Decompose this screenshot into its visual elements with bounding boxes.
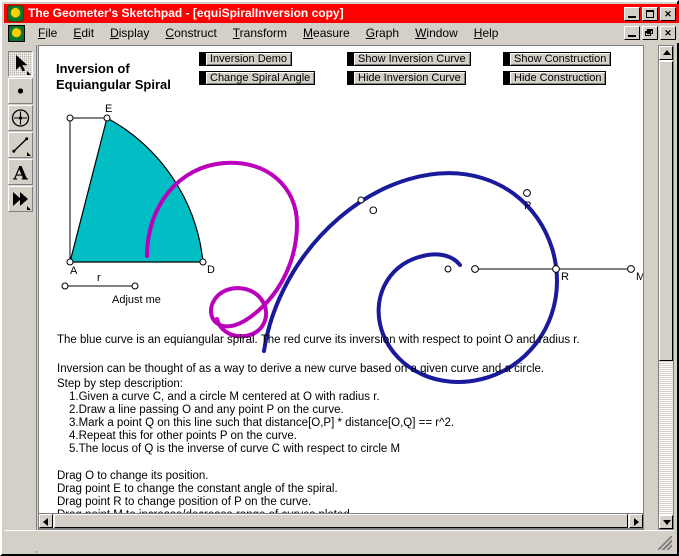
description-line-2: Inversion can be thought of as a way to … — [57, 363, 545, 375]
point-topleft — [66, 114, 74, 122]
sketch-canvas-content: Inversion of Equiangular Spiral Inversio… — [39, 46, 643, 529]
label-r: r — [97, 272, 101, 284]
label-A: A — [70, 265, 78, 277]
description-step-5: 5.The locus of Q is the inverse of curve… — [69, 443, 401, 455]
toolbox-panel: A — [5, 45, 37, 553]
scroll-left-button[interactable] — [39, 514, 53, 528]
application-window: The Geometer's Sketchpad - [equiSpiralIn… — [0, 0, 679, 556]
arrow-up-icon — [663, 50, 671, 55]
mdi-close-button[interactable]: ✕ — [660, 26, 676, 40]
mdi-close-icon: ✕ — [664, 28, 672, 38]
document-icon[interactable] — [8, 24, 25, 42]
ray-O-R-M-group — [444, 265, 635, 273]
horizontal-scrollbar[interactable] — [38, 513, 644, 529]
menu-item-file[interactable]: File — [30, 24, 65, 42]
label-R: R — [561, 271, 569, 283]
minimize-button[interactable] — [624, 6, 640, 21]
menu-item-edit[interactable]: Edit — [65, 24, 102, 42]
window-controls: ✕ — [624, 6, 676, 21]
menu-item-transform[interactable]: Transform — [225, 24, 295, 42]
horizontal-scroll-thumb[interactable] — [54, 514, 628, 528]
menu-bar: File Edit Display Construct Transform Me… — [4, 23, 679, 43]
selection-arrow-tool[interactable] — [8, 51, 33, 77]
scroll-right-button[interactable] — [629, 514, 643, 528]
point-E — [103, 114, 111, 122]
label-M: M — [636, 272, 643, 283]
close-icon: ✕ — [664, 8, 672, 19]
arrow-left-icon — [43, 518, 48, 526]
sketch-canvas[interactable]: Inversion of Equiangular Spiral Inversio… — [38, 45, 644, 530]
point-O-group — [357, 196, 365, 204]
point-r-end — [131, 282, 139, 290]
label-adjust-me: Adjust me — [112, 294, 161, 306]
svg-text:A: A — [12, 163, 28, 185]
label-E: E — [105, 103, 113, 115]
point-D — [199, 258, 207, 266]
sector-fill — [69, 117, 204, 263]
resize-grip-icon[interactable] — [658, 536, 672, 550]
point-P — [523, 189, 531, 197]
status-bar — [5, 530, 674, 551]
compass-circle-tool[interactable] — [8, 105, 33, 131]
menu-item-measure[interactable]: Measure — [295, 24, 358, 42]
point-P-group — [523, 189, 531, 197]
vertical-scroll-thumb[interactable] — [659, 61, 673, 361]
tool-expand-corner-icon — [27, 152, 31, 156]
equiangular-spiral-blue — [262, 171, 560, 384]
label-P: P — [524, 200, 532, 212]
scroll-down-button[interactable] — [659, 515, 673, 529]
menu-item-display[interactable]: Display — [102, 24, 157, 42]
tool-expand-corner-icon — [27, 71, 31, 75]
point-center-small — [444, 265, 452, 273]
point-R — [552, 265, 560, 273]
menu-item-help[interactable]: Help — [466, 24, 507, 42]
point-M — [627, 265, 635, 273]
menu-item-window[interactable]: Window — [407, 24, 466, 42]
text-tool[interactable]: A — [8, 159, 33, 185]
mdi-restore-button[interactable] — [642, 26, 658, 40]
menu-item-construct[interactable]: Construct — [157, 24, 224, 42]
close-button[interactable]: ✕ — [660, 6, 676, 21]
title-bar: The Geometer's Sketchpad - [equiSpiralIn… — [4, 4, 679, 23]
custom-transform-tool[interactable] — [8, 186, 33, 212]
description-line-1: The blue curve is an equiangular spiral.… — [57, 334, 580, 346]
point-tool[interactable] — [8, 78, 33, 104]
label-O: O — [369, 205, 378, 217]
straightedge-line-tool[interactable] — [8, 132, 33, 158]
tool-expand-corner-icon — [27, 206, 31, 210]
arrow-right-icon — [634, 518, 639, 526]
scroll-up-button[interactable] — [659, 46, 673, 60]
vertical-scrollbar[interactable] — [658, 45, 674, 530]
mdi-minimize-button[interactable] — [624, 26, 640, 40]
equiangular-sector-group — [66, 114, 207, 266]
maximize-button[interactable] — [642, 6, 658, 21]
window-title: The Geometer's Sketchpad - [equiSpiralIn… — [28, 6, 344, 20]
point-r-start — [61, 282, 69, 290]
menu-item-graph[interactable]: Graph — [358, 24, 407, 42]
point-ray-origin — [471, 265, 479, 273]
mdi-child-controls: ✕ — [624, 26, 676, 40]
label-D: D — [207, 264, 215, 276]
point-O — [357, 196, 365, 204]
sketchpad-icon — [7, 5, 24, 22]
arrow-down-icon — [663, 520, 671, 525]
